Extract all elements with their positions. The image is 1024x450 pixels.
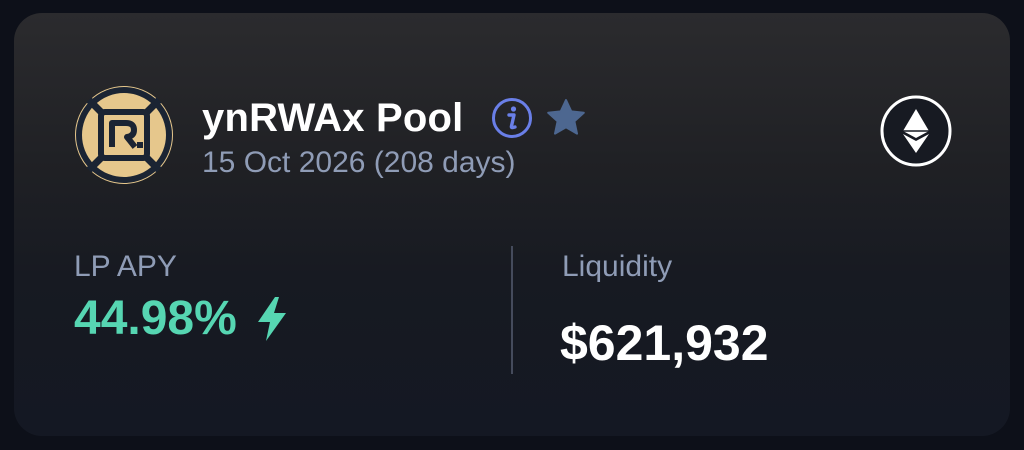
info-icon[interactable] bbox=[490, 96, 534, 140]
lightning-bolt-icon bbox=[255, 296, 289, 342]
pool-title-row: ynRWAx Pool bbox=[202, 93, 588, 143]
pool-name: ynRWAx Pool bbox=[202, 96, 464, 140]
maturity-date: 15 Oct 2026 (208 days) bbox=[202, 146, 516, 179]
lp-apy-label: LP APY bbox=[74, 250, 177, 283]
rwa-logo-icon bbox=[74, 85, 174, 185]
lp-apy-value: 44.98% bbox=[74, 292, 237, 345]
star-icon[interactable] bbox=[544, 96, 588, 140]
lp-apy-row: 44.98% bbox=[74, 289, 289, 349]
liquidity-value: $621,932 bbox=[560, 315, 769, 371]
ethereum-icon[interactable] bbox=[880, 95, 952, 167]
liquidity-label: Liquidity bbox=[562, 250, 673, 283]
pool-card[interactable]: ynRWAx Pool 15 Oct 2026 (208 days) LP AP… bbox=[14, 13, 1010, 436]
metrics-divider bbox=[511, 246, 513, 374]
